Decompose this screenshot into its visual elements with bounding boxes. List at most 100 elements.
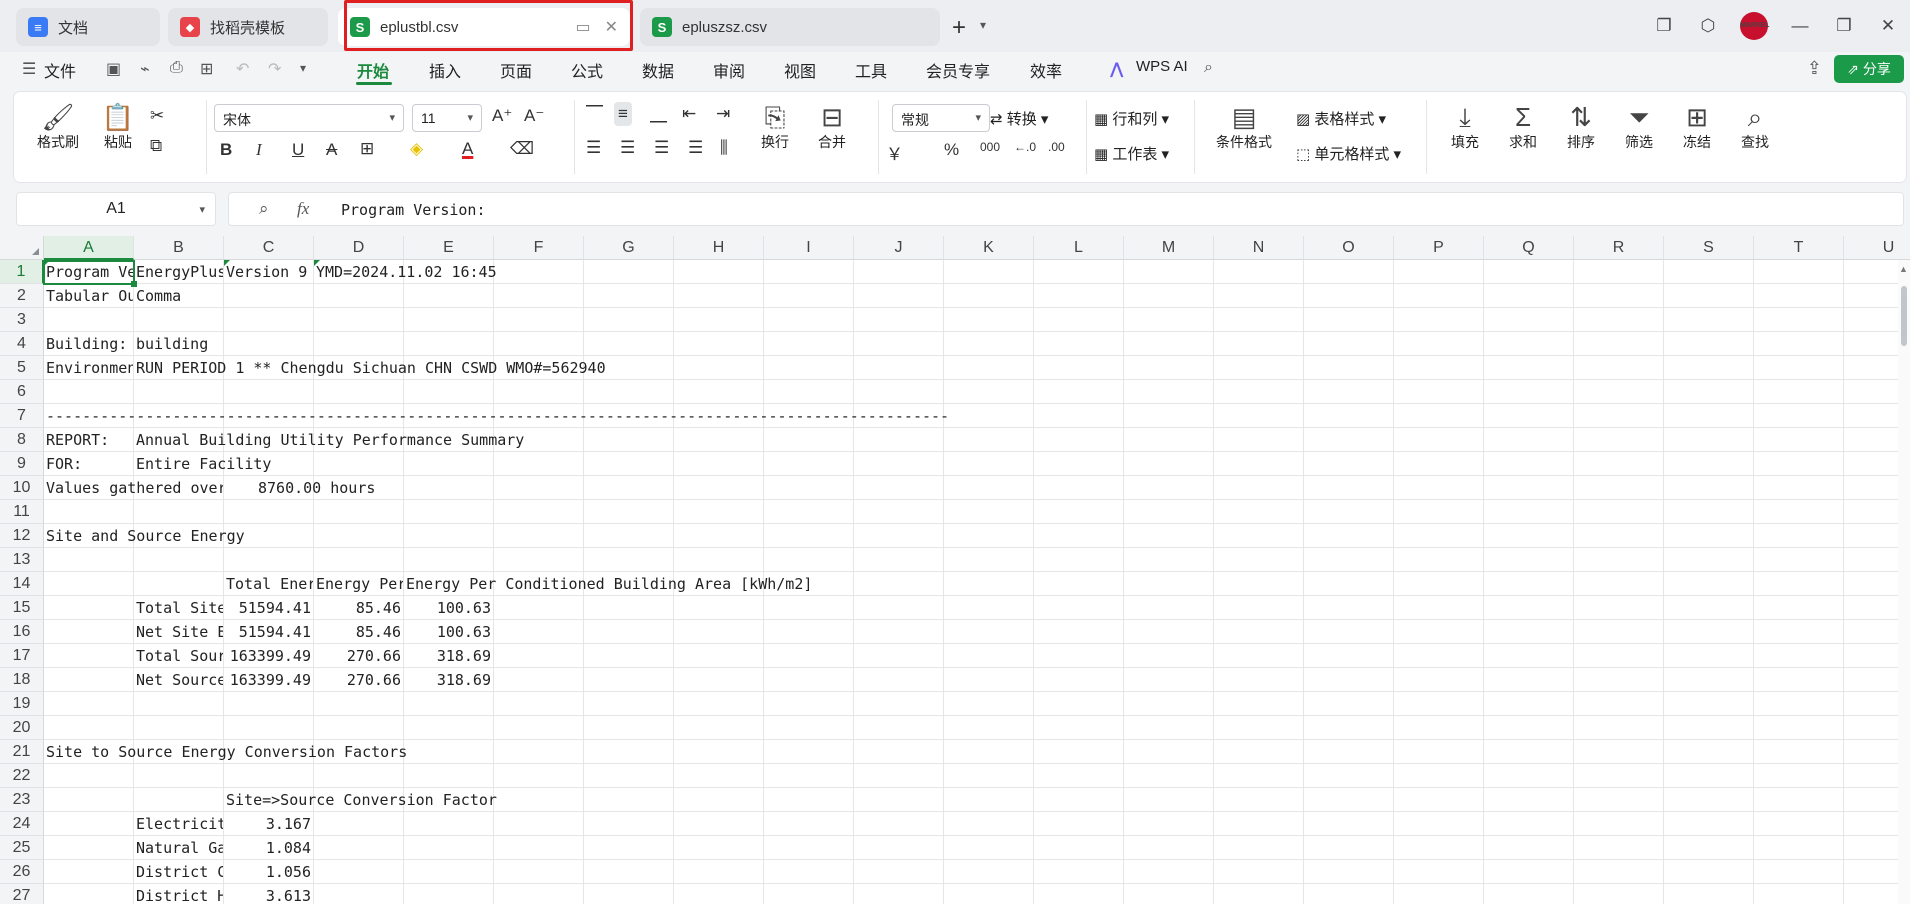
merge-button[interactable]: ⊟ 合并 — [804, 102, 860, 152]
column-header-M[interactable]: M — [1124, 236, 1214, 260]
chevron-down-icon[interactable]: ▾ — [980, 18, 986, 32]
cell-D1[interactable]: YMD=2024.11.02 16:45 — [314, 260, 1843, 284]
menu-insert[interactable]: 插入 — [429, 58, 461, 82]
column-header-T[interactable]: T — [1754, 236, 1844, 260]
cell-C14[interactable]: Total Energy [kWh] — [224, 572, 313, 596]
column-header-O[interactable]: O — [1304, 236, 1394, 260]
decrease-font-icon[interactable]: A⁻ — [524, 106, 544, 126]
row-header-24[interactable]: 24 — [0, 812, 44, 836]
column-header-R[interactable]: R — [1574, 236, 1664, 260]
menu-tools[interactable]: 工具 — [855, 58, 887, 82]
cell-style-button[interactable]: ⬚ 单元格样式 ▾ — [1296, 143, 1401, 164]
conditional-format-button[interactable]: ▤ 条件格式 — [1206, 102, 1282, 152]
row-header-25[interactable]: 25 — [0, 836, 44, 860]
row-header-16[interactable]: 16 — [0, 620, 44, 644]
font-color-icon[interactable]: A — [462, 139, 473, 159]
cell-E14[interactable]: Energy Per Conditioned Building Area [kW… — [404, 572, 1843, 596]
row-header-8[interactable]: 8 — [0, 428, 44, 452]
border-icon[interactable]: ⊞ — [360, 139, 374, 159]
wrap-text-button[interactable]: ⎘ 换行 — [752, 102, 798, 152]
menu-view[interactable]: 视图 — [784, 58, 816, 82]
cell-B27[interactable]: District Heating — [134, 884, 223, 904]
print-icon[interactable]: ⎙ — [170, 59, 183, 77]
row-header-14[interactable]: 14 — [0, 572, 44, 596]
align-middle-icon[interactable]: ≡ — [614, 102, 632, 126]
menu-formula[interactable]: 公式 — [571, 58, 603, 82]
table-style-button[interactable]: ▨ 表格样式 ▾ — [1296, 108, 1386, 129]
cell-B26[interactable]: District Cooling — [134, 860, 223, 884]
column-header-J[interactable]: J — [854, 236, 944, 260]
thousands-icon[interactable]: 000 — [980, 140, 1000, 154]
find-button[interactable]: ⌕ 查找 — [1730, 102, 1780, 152]
row-header-11[interactable]: 11 — [0, 500, 44, 524]
cell-C15[interactable]: 51594.41 — [224, 596, 313, 620]
cut-icon[interactable]: ✂ — [150, 106, 164, 126]
tab-documents[interactable]: ≡ 文档 — [16, 8, 160, 46]
cell-A1[interactable]: Program Version: — [44, 260, 133, 284]
cell-D16[interactable]: 85.46 — [314, 620, 403, 644]
cell-B4[interactable]: building — [134, 332, 1843, 356]
cell-A10[interactable]: Values gathered over — [44, 476, 223, 500]
fill-color-icon[interactable]: ◈ — [410, 139, 423, 159]
outdent-icon[interactable]: ⇤ — [682, 104, 696, 124]
number-format-select[interactable]: 常规 ▾ — [892, 104, 990, 132]
function-icon[interactable]: fx — [297, 199, 309, 219]
column-header-I[interactable]: I — [764, 236, 854, 260]
cell-B25[interactable]: Natural Gas — [134, 836, 223, 860]
formula-input[interactable]: ⌕ fx Program Version: — [228, 192, 1904, 226]
row-header-15[interactable]: 15 — [0, 596, 44, 620]
cell-C17[interactable]: 163399.49 — [224, 644, 313, 668]
cell-B18[interactable]: Net Source Energy — [134, 668, 223, 692]
decrease-decimal-icon[interactable]: .00 — [1048, 140, 1065, 154]
chevron-down-icon[interactable]: ▾ — [300, 61, 306, 75]
sort-button[interactable]: ⇅ 排序 — [1556, 102, 1606, 152]
spreadsheet-grid[interactable]: A B C D E F G H I J K L M N O P Q R S T U 1 2 3 4 5 6 7 8 9 10 11 12 13 14… — [0, 236, 1910, 904]
row-header-7[interactable]: 7 — [0, 404, 44, 428]
row-header-18[interactable]: 18 — [0, 668, 44, 692]
menu-member[interactable]: 会员专享 — [926, 58, 990, 82]
minimize-icon[interactable]: — — [1778, 16, 1822, 36]
menu-review[interactable]: 审阅 — [713, 58, 745, 82]
column-header-A[interactable]: A — [44, 236, 134, 260]
row-header-2[interactable]: 2 — [0, 284, 44, 308]
column-header-B[interactable]: B — [134, 236, 224, 260]
indent-icon[interactable]: ⇥ — [716, 104, 730, 124]
distribute-icon[interactable]: ⫼ — [720, 138, 728, 158]
row-header-6[interactable]: 6 — [0, 380, 44, 404]
cell-A9[interactable]: FOR: — [44, 452, 133, 476]
scrollbar-thumb[interactable] — [1901, 286, 1907, 346]
row-header-12[interactable]: 12 — [0, 524, 44, 548]
column-header-P[interactable]: P — [1394, 236, 1484, 260]
redo-icon[interactable]: ↷ — [268, 59, 281, 79]
tabs-overview-icon[interactable]: ❐ — [1642, 16, 1686, 36]
row-header-10[interactable]: 10 — [0, 476, 44, 500]
cell-A7[interactable]: ----------------------------------------… — [44, 404, 1843, 428]
cell-C1[interactable]: Version 9 — [224, 260, 313, 284]
column-header-S[interactable]: S — [1664, 236, 1754, 260]
align-top-icon[interactable]: ⎺ — [586, 104, 603, 124]
font-size-select[interactable]: 11 ▾ — [412, 104, 482, 132]
cell-B16[interactable]: Net Site Energy — [134, 620, 223, 644]
menu-data[interactable]: 数据 — [642, 58, 674, 82]
column-header-L[interactable]: L — [1034, 236, 1124, 260]
cell-C16[interactable]: 51594.41 — [224, 620, 313, 644]
row-header-4[interactable]: 4 — [0, 332, 44, 356]
cell-D15[interactable]: 85.46 — [314, 596, 403, 620]
hamburger-icon[interactable]: ☰ — [22, 59, 36, 79]
sum-button[interactable]: Σ 求和 — [1498, 102, 1548, 152]
italic-icon[interactable]: I — [256, 140, 262, 160]
cell-A5[interactable]: Environment: — [44, 356, 133, 380]
row-header-17[interactable]: 17 — [0, 644, 44, 668]
format-painter-button[interactable]: 🖌 格式刷 — [34, 102, 82, 152]
save-icon[interactable]: ▣ — [106, 59, 121, 79]
justify-icon[interactable]: ☰ — [688, 138, 703, 158]
zoom-icon[interactable]: ⌕ — [259, 199, 269, 219]
row-header-5[interactable]: 5 — [0, 356, 44, 380]
menu-page[interactable]: 页面 — [500, 58, 532, 82]
cell-C24[interactable]: 3.167 — [224, 812, 313, 836]
cell-D17[interactable]: 270.66 — [314, 644, 403, 668]
column-header-U[interactable]: U — [1844, 236, 1910, 260]
clear-format-icon[interactable]: ⌫ — [510, 139, 534, 159]
row-header-13[interactable]: 13 — [0, 548, 44, 572]
paste-button[interactable]: 📋 粘贴 — [94, 102, 142, 152]
